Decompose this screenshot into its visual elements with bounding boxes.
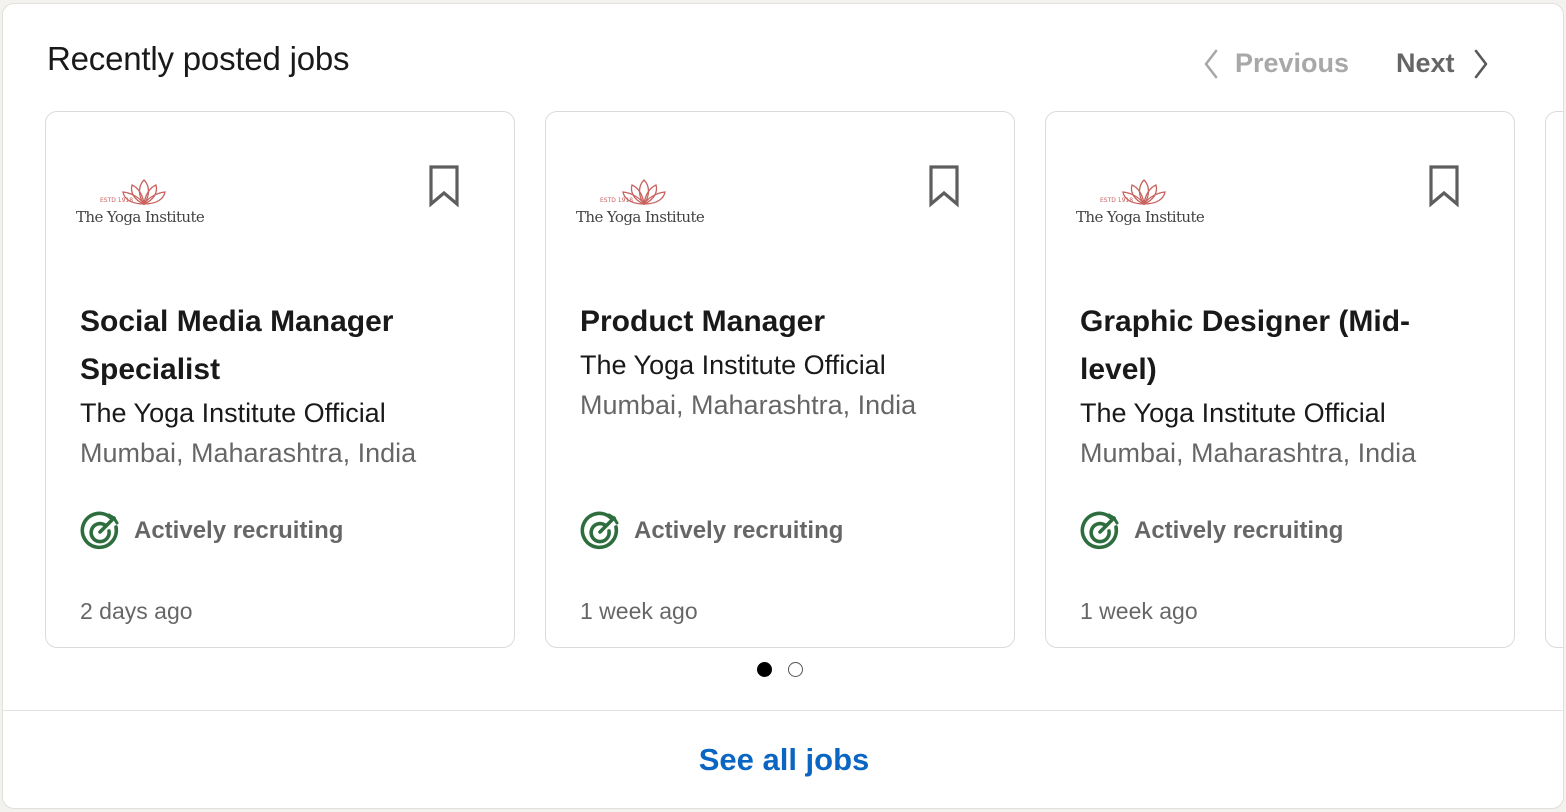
lotus-logo-icon: ESTD 1918 xyxy=(600,179,666,206)
next-label: Next xyxy=(1396,48,1455,78)
lotus-logo-icon: ESTD 1918 xyxy=(1100,179,1166,206)
job-card-peek[interactable] xyxy=(1545,111,1563,648)
job-location: Mumbai, Maharashtra, India xyxy=(1080,438,1417,468)
company-logo: ESTD 1918 The Yoga Institute xyxy=(576,178,712,230)
recruiting-status: Actively recruiting xyxy=(1080,510,1343,552)
company-logo: ESTD 1918 The Yoga Institute xyxy=(76,178,212,230)
lotus-logo-icon: ESTD 1918 xyxy=(100,179,166,206)
recruiting-status: Actively recruiting xyxy=(80,510,343,552)
company-logo-text: The Yoga Institute xyxy=(576,208,705,226)
status-label: Actively recruiting xyxy=(1134,517,1344,544)
company-name: The Yoga Institute Official xyxy=(80,398,386,428)
company-name: The Yoga Institute Official xyxy=(1080,398,1386,428)
next-button[interactable]: Next xyxy=(1396,48,1489,79)
bookmark-icon[interactable] xyxy=(1427,164,1461,208)
job-card[interactable]: ESTD 1918 The Yoga Institute Graphic Des… xyxy=(1045,111,1515,648)
company-logo-text: The Yoga Institute xyxy=(1076,208,1205,226)
status-label: Actively recruiting xyxy=(134,517,344,544)
company-name: The Yoga Institute Official xyxy=(580,350,886,380)
previous-button[interactable]: Previous xyxy=(1203,48,1349,79)
recent-jobs-card: Recently posted jobs Previous Next ESTD … xyxy=(2,3,1564,809)
job-title[interactable]: Social Media Manager Specialist xyxy=(80,298,480,394)
target-icon xyxy=(1080,511,1119,550)
posted-time: 1 week ago xyxy=(1080,598,1198,624)
recruiting-status: Actively recruiting xyxy=(580,510,843,552)
page-dot-1[interactable] xyxy=(757,662,772,677)
job-title[interactable]: Graphic Designer (Mid-level) xyxy=(1080,298,1480,394)
bookmark-icon[interactable] xyxy=(927,164,961,208)
page-dot-2[interactable] xyxy=(788,662,803,677)
posted-time: 1 week ago xyxy=(580,598,698,624)
job-card[interactable]: ESTD 1918 The Yoga Institute Product Man… xyxy=(545,111,1015,648)
target-icon xyxy=(80,511,119,550)
posted-time: 2 days ago xyxy=(80,598,193,624)
section-title: Recently posted jobs xyxy=(47,40,350,77)
status-label: Actively recruiting xyxy=(634,517,844,544)
chevron-left-icon xyxy=(1204,49,1218,78)
see-all-jobs-link[interactable]: See all jobs xyxy=(3,742,1563,778)
chevron-right-icon xyxy=(1474,49,1487,78)
job-location: Mumbai, Maharashtra, India xyxy=(80,438,417,468)
job-title[interactable]: Product Manager xyxy=(580,298,980,346)
company-logo: ESTD 1918 The Yoga Institute xyxy=(1076,178,1212,230)
company-logo-text: The Yoga Institute xyxy=(76,208,205,226)
job-card[interactable]: ESTD 1918 The Yoga Institute Social Medi… xyxy=(45,111,515,648)
previous-label: Previous xyxy=(1235,48,1350,78)
job-location: Mumbai, Maharashtra, India xyxy=(580,390,917,420)
carousel-pagination xyxy=(757,662,819,677)
bookmark-icon[interactable] xyxy=(427,164,461,208)
jobs-carousel: ESTD 1918 The Yoga Institute Social Medi… xyxy=(3,111,1563,654)
divider xyxy=(3,710,1563,711)
target-icon xyxy=(580,511,619,550)
